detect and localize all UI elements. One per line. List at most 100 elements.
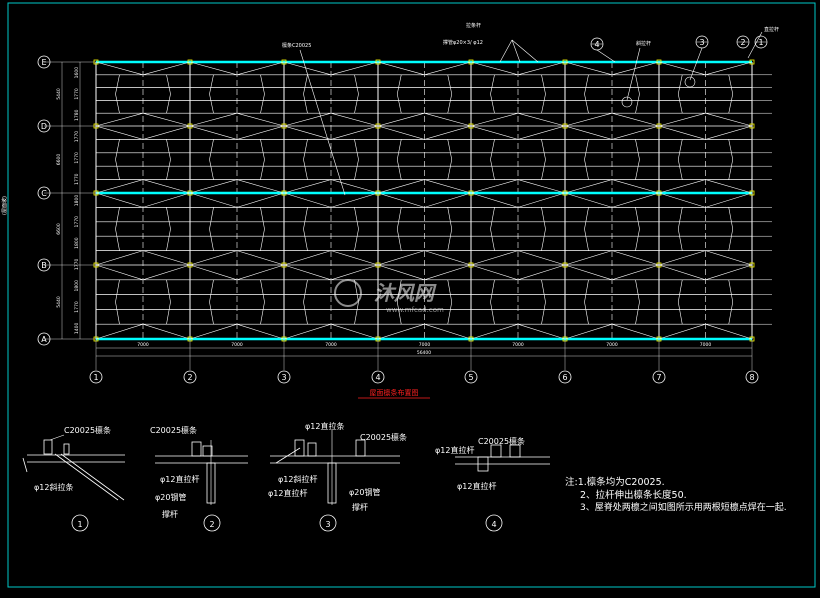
brace <box>330 61 379 76</box>
strut <box>303 207 308 251</box>
brace <box>470 264 519 281</box>
span-dimension: 6600 <box>56 154 62 166</box>
strut <box>541 207 546 251</box>
brace <box>236 61 285 76</box>
strut <box>396 207 402 251</box>
brace <box>95 112 144 127</box>
strut <box>447 207 453 251</box>
strut <box>490 207 495 251</box>
strut <box>584 279 589 325</box>
brace <box>564 179 613 194</box>
brace <box>95 323 144 340</box>
brace <box>95 264 144 281</box>
detail-2-label-a: C20025檩条 <box>150 425 197 435</box>
brace <box>517 179 566 194</box>
brace <box>424 112 472 127</box>
purlin-spacing-dimension: 1770 <box>74 88 80 100</box>
bay-dimension: 7000 <box>231 342 243 348</box>
detail-3: φ12直拉条 C20025檩条 φ12斜拉杆 φ12直拉杆 φ20钢管 撑杆 3 <box>268 421 407 532</box>
detail-3-label-b: C20025檩条 <box>360 432 407 442</box>
brace <box>564 61 613 76</box>
brace <box>658 179 706 194</box>
brace <box>189 264 238 281</box>
purlin-spacing-dimension: 1770 <box>74 259 80 271</box>
strut <box>396 74 402 114</box>
brace <box>377 179 425 194</box>
strut <box>115 74 120 114</box>
brace <box>424 250 472 266</box>
detail-2-label-d: 撑杆 <box>162 509 178 519</box>
cad-drawing: (屋面坡) 1 2 3 4 5 6 7 8 E D C B A 7000 7000 7000 7000 7000… <box>0 0 820 594</box>
strut <box>115 207 120 251</box>
brace <box>330 125 379 140</box>
strut <box>635 139 640 180</box>
purlin-spacing-dimension: 1770 <box>74 152 80 164</box>
brace <box>142 179 191 194</box>
brace <box>424 264 472 281</box>
purlin-spacing-dimension: 1800 <box>74 195 80 207</box>
span-dimension: 5440 <box>56 88 62 100</box>
column-axis-label: 6 <box>562 373 567 382</box>
detail-2-label-c: φ20钢管 <box>155 492 186 502</box>
strut <box>115 279 120 325</box>
brace <box>95 250 144 266</box>
brace <box>470 61 519 76</box>
brace <box>705 264 753 281</box>
brace <box>470 192 519 208</box>
brace <box>189 192 238 208</box>
callout-tie-rod-title: 拉条杆 <box>466 22 481 29</box>
column-axis-label: 1 <box>93 373 98 382</box>
detail-callout-number: 3 <box>699 38 704 47</box>
brace <box>611 112 660 127</box>
row-axis-label: E <box>41 58 46 67</box>
strut <box>209 74 214 114</box>
callout-slant-rod: 斜拉杆 <box>636 40 651 47</box>
brace <box>283 250 332 266</box>
strut <box>166 207 171 251</box>
strut <box>677 279 683 325</box>
brace <box>236 323 285 340</box>
strut <box>490 139 495 180</box>
watermark: 沐风网 www.mfcad.com <box>334 279 444 314</box>
detail-1: C20025檩条 φ12斜拉条 1 <box>22 425 125 532</box>
brace <box>330 323 379 340</box>
detail-4: φ12直拉杆 C20025檩条 φ12直拉杆 4 <box>435 436 550 532</box>
brace <box>142 125 191 140</box>
brace <box>470 112 519 127</box>
brace <box>658 264 706 281</box>
brace <box>705 112 753 127</box>
brace <box>283 264 332 281</box>
watermark-url: www.mfcad.com <box>386 306 444 314</box>
brace <box>611 192 660 208</box>
brace <box>658 112 706 127</box>
brace <box>142 192 191 208</box>
strut <box>260 139 265 180</box>
brace <box>236 112 285 127</box>
brace <box>95 61 144 76</box>
detail-4-label-b: C20025檩条 <box>478 436 525 446</box>
brace <box>705 192 753 208</box>
detail-1-label-a: C20025檩条 <box>64 425 111 435</box>
strut <box>728 279 734 325</box>
brace <box>658 61 706 76</box>
brace <box>189 61 238 76</box>
strut <box>354 207 359 251</box>
strut <box>635 279 640 325</box>
brace <box>236 179 285 194</box>
brace <box>283 61 332 76</box>
brace <box>377 192 425 208</box>
strut <box>354 139 359 180</box>
brace <box>470 323 519 340</box>
strut <box>354 74 359 114</box>
detail-3-label-c: φ12斜拉杆 <box>278 474 317 484</box>
callout-purlin: 檩条C20025 <box>282 42 311 49</box>
brace <box>470 250 519 266</box>
note-line-1: 注:1.檩条均为C20025. <box>565 477 665 488</box>
brace <box>564 112 613 127</box>
plan-title: 屋面檩条布置图 <box>370 388 419 397</box>
detail-3-label-d: φ12直拉杆 <box>268 488 307 498</box>
brace <box>517 112 566 127</box>
brace <box>189 112 238 127</box>
brace <box>377 250 425 266</box>
strut <box>728 74 734 114</box>
